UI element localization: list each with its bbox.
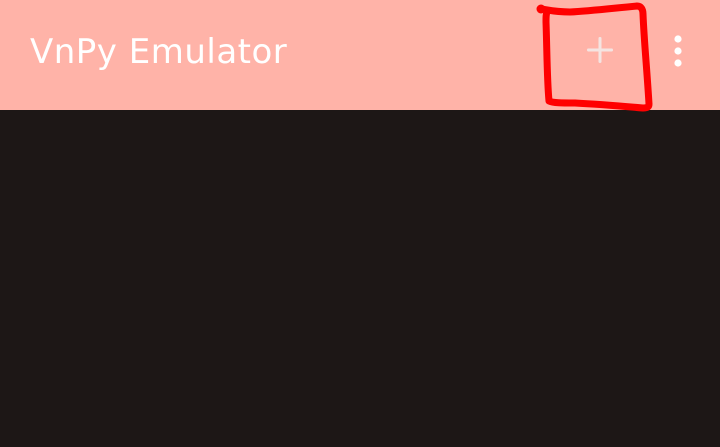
more-vertical-icon	[674, 35, 682, 67]
app-toolbar: VnPy Emulator	[0, 0, 720, 110]
app-title: VnPy Emulator	[30, 32, 288, 72]
overflow-menu-button[interactable]	[656, 27, 700, 75]
add-button[interactable]	[572, 22, 628, 78]
app-window: VnPy Emulator	[0, 0, 720, 447]
main-content-area	[0, 110, 720, 447]
plus-icon	[587, 37, 613, 63]
